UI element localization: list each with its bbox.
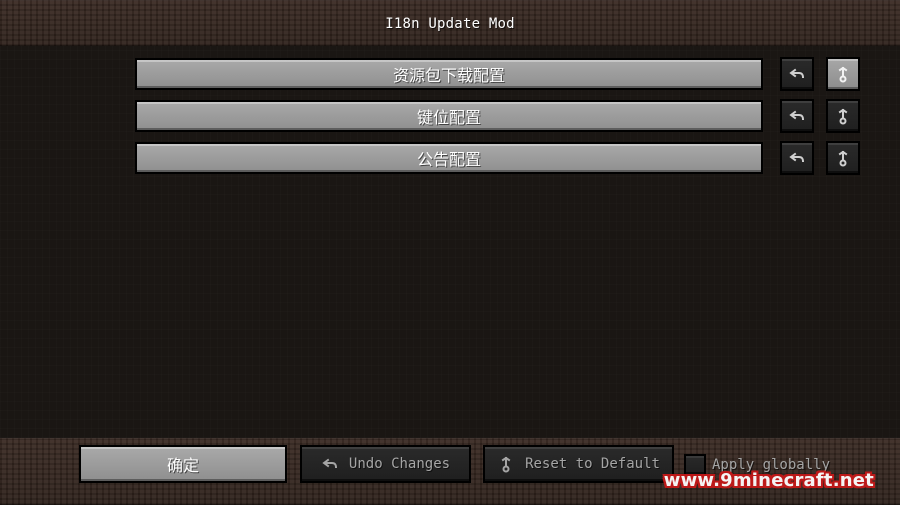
row-reset-button[interactable]: [826, 99, 860, 133]
row-undo-button[interactable]: [780, 57, 814, 91]
confirm-label: 确定: [166, 456, 199, 475]
settings-row: 资源包下载配置: [0, 57, 900, 94]
reset-icon: [838, 108, 848, 125]
reset-icon: [838, 150, 848, 167]
reset-icon: [838, 66, 848, 83]
undo-changes-label: Undo Changes: [348, 456, 451, 472]
reset-to-default-label: Reset to Default: [525, 456, 660, 472]
confirm-button[interactable]: 确定: [79, 445, 287, 483]
undo-icon: [789, 68, 805, 79]
row-reset-button[interactable]: [826, 141, 860, 175]
undo-icon: [789, 110, 805, 121]
row-label: 资源包下载配置: [392, 66, 505, 85]
row-label: 公告配置: [416, 150, 481, 169]
reset-to-default-button[interactable]: Reset to Default: [483, 445, 674, 483]
row-button-keybind-config[interactable]: 键位配置: [135, 100, 763, 132]
settings-row: 公告配置: [0, 141, 900, 178]
undo-changes-button[interactable]: Undo Changes: [300, 445, 471, 483]
apply-globally-label: Apply globally: [712, 457, 831, 473]
row-label: 键位配置: [416, 108, 481, 127]
undo-icon: [789, 152, 805, 163]
row-undo-button[interactable]: [780, 141, 814, 175]
window-title: I18n Update Mod: [385, 16, 515, 32]
undo-icon: [322, 458, 337, 469]
apply-globally-checkbox[interactable]: [684, 454, 706, 476]
app-root: I18n Update Mod 资源包下载配置 键位配置 公告配置 确定 Und…: [0, 0, 900, 505]
row-reset-button[interactable]: [826, 57, 860, 91]
row-undo-button[interactable]: [780, 99, 814, 133]
reset-icon: [501, 456, 511, 473]
apply-globally[interactable]: Apply globally: [684, 454, 830, 476]
settings-row: 键位配置: [0, 99, 900, 136]
row-button-announcement-config[interactable]: 公告配置: [135, 142, 763, 174]
settings-list: 资源包下载配置 键位配置 公告配置: [0, 46, 900, 438]
header-bar: I18n Update Mod: [0, 0, 900, 46]
row-button-resourcepack-download-config[interactable]: 资源包下载配置: [135, 58, 763, 90]
